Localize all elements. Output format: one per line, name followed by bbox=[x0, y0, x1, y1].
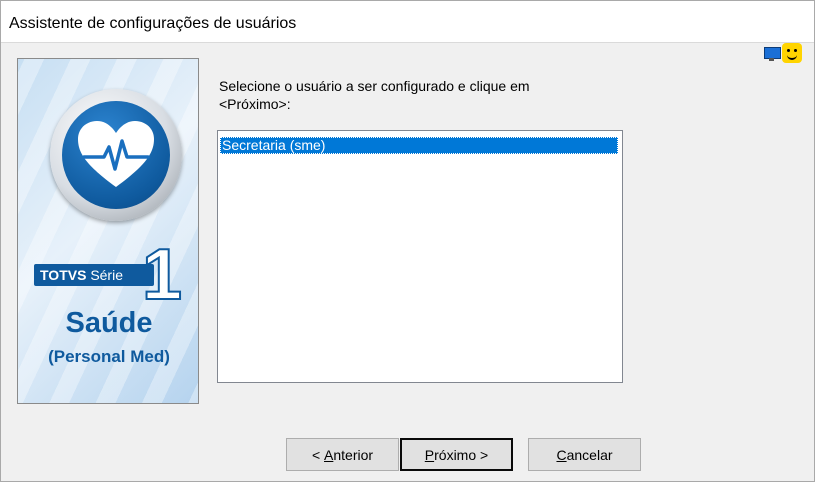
brand-name: TOTVS bbox=[40, 267, 87, 283]
title-bar: Assistente de configurações de usuários bbox=[1, 1, 814, 43]
back-prefix: < bbox=[311, 446, 325, 463]
instruction-line-2: <Próximo>: bbox=[219, 96, 291, 112]
brand-series: Série bbox=[90, 267, 123, 283]
heart-emblem-icon bbox=[50, 89, 182, 221]
wizard-window: Assistente de configurações de usuários … bbox=[0, 0, 815, 482]
cancel-accel: C bbox=[556, 446, 567, 463]
user-listbox[interactable]: Secretaria (sme) bbox=[217, 130, 623, 383]
product-banner: TOTVS Série 1 Saúde (Personal Med) bbox=[17, 58, 199, 404]
cancel-rest: ancelar bbox=[566, 446, 613, 463]
next-button[interactable]: Próximo > bbox=[400, 438, 513, 471]
back-rest: nterior bbox=[333, 446, 374, 463]
back-accel: A bbox=[324, 446, 334, 463]
brand-badge: TOTVS Série bbox=[34, 264, 154, 286]
next-rest: róximo > bbox=[434, 446, 489, 463]
instruction-line-1: Selecione o usuário a ser configurado e … bbox=[219, 78, 530, 94]
product-name: Saúde bbox=[65, 307, 153, 339]
instruction-text: Selecione o usuário a ser configurado e … bbox=[219, 77, 619, 113]
back-button[interactable]: < Anterior bbox=[286, 438, 399, 471]
next-accel: P bbox=[424, 446, 435, 463]
series-number: 1 bbox=[141, 235, 183, 315]
status-icons bbox=[763, 43, 802, 63]
list-item[interactable]: Secretaria (sme) bbox=[220, 137, 618, 154]
window-title: Assistente de configurações de usuários bbox=[9, 15, 297, 32]
cancel-button[interactable]: Cancelar bbox=[528, 438, 641, 471]
smiley-icon bbox=[782, 43, 802, 63]
monitor-icon bbox=[763, 46, 781, 61]
product-edition: (Personal Med) bbox=[48, 347, 170, 366]
